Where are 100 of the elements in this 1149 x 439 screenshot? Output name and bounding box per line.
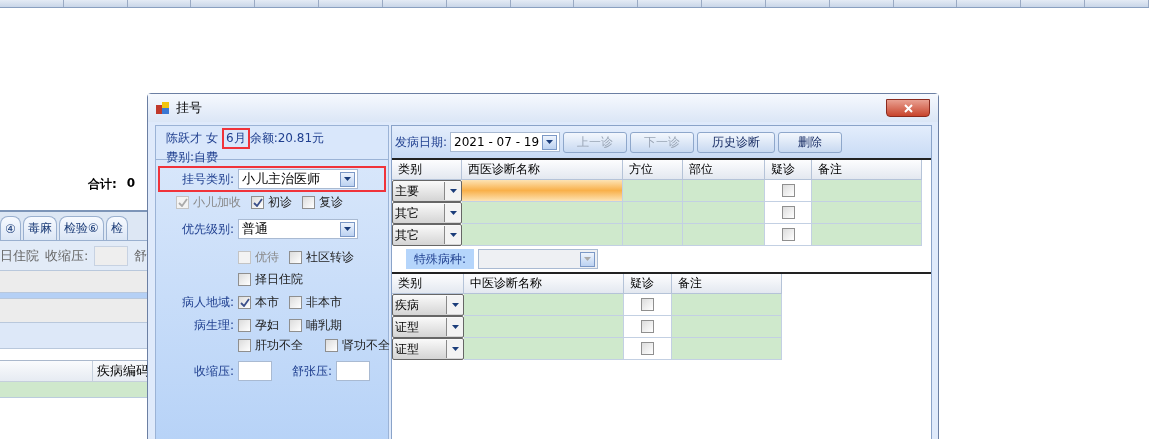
grid-cell[interactable]	[683, 224, 765, 246]
field-label: 收缩压:	[45, 246, 89, 265]
checkbox-label: 孕妇	[255, 316, 279, 334]
checkbox[interactable]	[289, 318, 302, 332]
grid-cell[interactable]	[462, 180, 623, 202]
grid-cell[interactable]	[464, 294, 624, 316]
checkbox[interactable]	[238, 318, 251, 332]
checkbox-label: 社区转诊	[306, 248, 354, 266]
priority-dropdown[interactable]: 普通	[238, 219, 358, 239]
checkbox[interactable]	[781, 228, 795, 241]
category-dropdown[interactable]: 其它	[392, 224, 462, 246]
onset-date-label: 发病日期:	[395, 133, 448, 151]
grid-cell[interactable]	[672, 294, 782, 316]
systolic-input[interactable]	[238, 361, 272, 381]
field-label: 日住院	[0, 246, 39, 265]
column-header: 部位	[683, 160, 765, 180]
tab[interactable]: 检	[105, 216, 128, 240]
grid-cell[interactable]	[683, 180, 765, 202]
grid-cell[interactable]	[683, 202, 765, 224]
window-title: 挂号	[176, 99, 202, 117]
diastolic-label: 舒张压:	[292, 362, 333, 380]
fee-type-text: 费别:自费	[166, 149, 220, 166]
checkbox-label: 非本市	[306, 293, 342, 311]
grid-cell[interactable]	[812, 180, 922, 202]
checkbox[interactable]	[238, 272, 251, 286]
checkbox[interactable]	[641, 342, 654, 355]
app-icon	[156, 101, 170, 115]
checkbox[interactable]	[781, 184, 795, 197]
region-label: 病人地域:	[180, 293, 234, 311]
dropdown-arrow-icon	[449, 211, 457, 215]
patient-name: 陈跃才	[166, 130, 202, 147]
grid-cell[interactable]	[462, 202, 623, 224]
table-row[interactable]	[0, 382, 150, 398]
checkbox[interactable]	[289, 250, 302, 264]
dropdown-arrow-icon	[344, 177, 351, 181]
register-type-label: 挂号类别:	[180, 170, 234, 188]
close-button[interactable]	[886, 99, 930, 117]
checkbox-label: 哺乳期	[306, 316, 342, 334]
checkbox[interactable]	[325, 338, 338, 352]
field-label: 舒	[134, 246, 148, 265]
column-header: 疑诊	[765, 160, 812, 180]
column-header: 中医诊断名称	[464, 274, 624, 294]
grid-cell[interactable]	[623, 224, 683, 246]
category-dropdown[interactable]: 其它	[392, 202, 462, 224]
grid-cell[interactable]	[623, 180, 683, 202]
checkbox-label: 复诊	[319, 193, 343, 211]
patient-sex: 女	[206, 130, 218, 147]
checkbox[interactable]	[238, 338, 251, 352]
checkbox[interactable]	[251, 195, 264, 209]
grid-cell[interactable]	[672, 316, 782, 338]
diastolic-input[interactable]	[336, 361, 371, 381]
category-dropdown[interactable]: 疾病	[392, 294, 464, 316]
dropdown-arrow-icon	[546, 140, 554, 144]
dropdown-arrow-icon	[449, 189, 457, 193]
checkbox[interactable]	[302, 195, 315, 209]
dropdown-arrow-icon	[451, 303, 459, 307]
grid-cell[interactable]	[812, 224, 922, 246]
column-header: 类别	[392, 274, 464, 294]
dropdown-arrow-icon	[449, 233, 457, 237]
grid-cell[interactable]	[462, 224, 623, 246]
grid-cell[interactable]	[672, 338, 782, 360]
category-dropdown[interactable]: 证型	[392, 316, 464, 338]
checkbox[interactable]	[289, 295, 302, 309]
column-header: 备注	[812, 160, 922, 180]
checkbox-label: 初诊	[268, 193, 292, 211]
checkbox-label: 择日住院	[255, 270, 303, 288]
tab[interactable]: 检验⑥	[58, 216, 104, 240]
checkbox-label: 肝功不全	[255, 336, 303, 354]
checkbox-label: 本市	[255, 293, 279, 311]
tab[interactable]: 毒麻	[22, 216, 57, 240]
check-icon	[252, 197, 263, 207]
column-header: 类别	[392, 160, 462, 180]
toolbar-button[interactable]: 历史诊断	[697, 131, 776, 153]
checkbox[interactable]	[641, 320, 654, 333]
tab[interactable]: ④	[0, 216, 21, 240]
check-icon	[239, 297, 250, 307]
balance-text: 余额:20.81元	[249, 130, 325, 147]
register-type-dropdown[interactable]: 小儿主治医师	[238, 169, 358, 189]
checkbox[interactable]	[641, 298, 654, 311]
category-dropdown[interactable]: 证型	[392, 338, 464, 360]
total-value: 0	[126, 176, 136, 192]
dropdown-arrow-icon	[451, 325, 459, 329]
grid-cell[interactable]	[464, 338, 624, 360]
checkbox-label: 小儿加收	[193, 193, 241, 211]
grid-cell[interactable]	[623, 202, 683, 224]
grid-cell[interactable]	[812, 202, 922, 224]
column-header: 备注	[672, 274, 782, 294]
priority-label: 优先级别:	[180, 220, 234, 238]
checkbox[interactable]	[781, 206, 795, 219]
checkbox[interactable]	[238, 295, 251, 309]
column-header: 西医诊断名称	[462, 160, 623, 180]
patient-age: 6月	[222, 128, 250, 149]
input-field[interactable]	[94, 245, 129, 266]
dropdown-arrow-icon	[584, 257, 592, 261]
physiology-label: 病生理:	[192, 316, 234, 334]
grid-cell[interactable]	[464, 316, 624, 338]
dropdown-arrow-icon	[344, 227, 351, 231]
category-dropdown[interactable]: 主要	[392, 180, 462, 202]
toolbar-button[interactable]: 删除	[778, 131, 843, 153]
date-picker[interactable]: 2021 - 07 - 19	[450, 132, 561, 152]
